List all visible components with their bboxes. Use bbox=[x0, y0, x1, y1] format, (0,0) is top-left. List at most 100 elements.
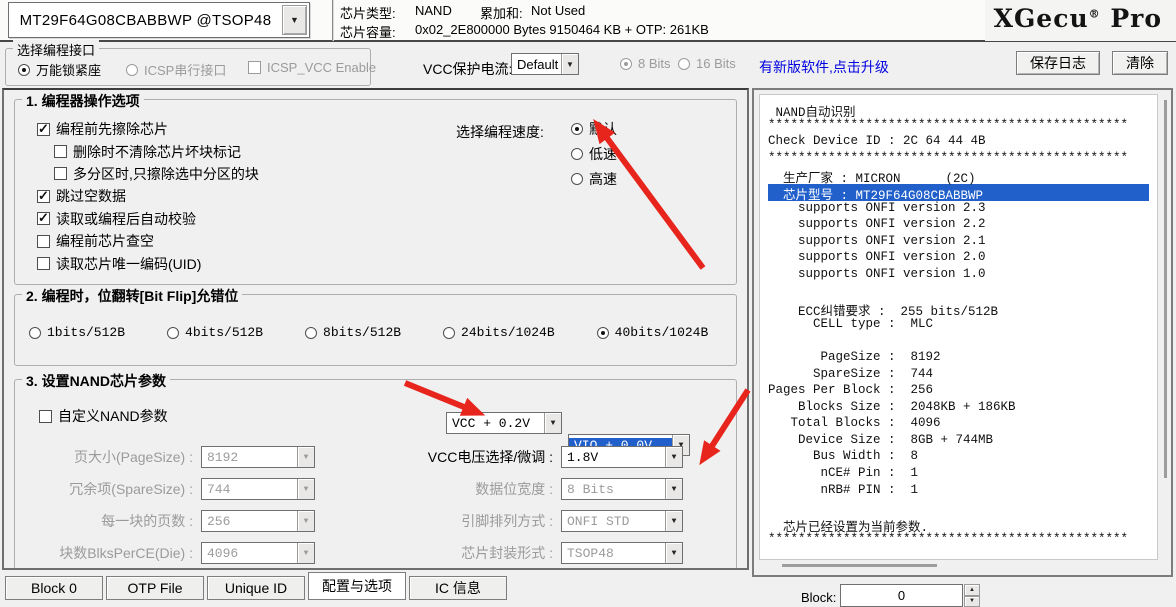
checkbox-icon[interactable] bbox=[37, 257, 50, 270]
bitflip-radio[interactable]: 4bits/512B bbox=[167, 325, 263, 340]
log-line bbox=[768, 333, 1149, 350]
param-field: VCC电压选择/微调 : 1.8V ▼ bbox=[379, 441, 683, 473]
operation-checkbox[interactable]: 编程前芯片查空 bbox=[37, 230, 259, 252]
checkbox-icon[interactable] bbox=[37, 235, 50, 248]
chip-capacity-label: 芯片容量: bbox=[340, 22, 396, 41]
speed-radio[interactable]: 低速 bbox=[571, 141, 617, 166]
radio-icon[interactable] bbox=[305, 327, 317, 339]
radio-icon[interactable] bbox=[571, 148, 583, 160]
operation-checkbox[interactable]: 删除时不清除芯片坏块标记 bbox=[54, 140, 259, 162]
section-bitflip: 2. 编程时，位翻转[Bit Flip]允错位 1bits/512B 4bits… bbox=[14, 294, 737, 366]
tab[interactable]: OTP File bbox=[106, 576, 204, 600]
checkbox-icon[interactable] bbox=[37, 190, 50, 203]
operation-checkbox[interactable]: 多分区时,只擦除选中分区的块 bbox=[54, 163, 259, 185]
chevron-down-icon[interactable]: ▼ bbox=[964, 596, 980, 607]
custom-nand-checkbox[interactable]: 自定义NAND参数 bbox=[39, 406, 168, 426]
section-operation-options: 1. 编程器操作选项 编程前先擦除芯片 删除时不清除芯片坏块标记 多分区时,只擦… bbox=[14, 99, 737, 285]
speed-radio[interactable]: 高速 bbox=[571, 166, 617, 191]
save-log-button[interactable]: 保存日志 bbox=[1016, 51, 1100, 75]
block-number-input[interactable]: 0 bbox=[840, 584, 963, 607]
log-line: Check Device ID : 2C 64 44 4B bbox=[768, 134, 1149, 151]
checkbox-label: 自定义NAND参数 bbox=[58, 406, 168, 426]
param-field: 冗余项(SpareSize) : 744 ▼ bbox=[29, 473, 315, 505]
chevron-down-icon[interactable]: ▼ bbox=[665, 543, 682, 563]
radio-icsp-serial: ICSP串行接口 bbox=[126, 60, 226, 79]
nand-param-fields-right: VCC电压选择/微调 : 1.8V ▼ 数据位宽度 : 8 Bits ▼ 引脚排… bbox=[379, 441, 683, 569]
block-label: Block: bbox=[801, 590, 836, 605]
param-combo[interactable]: ONFI STD ▼ bbox=[561, 510, 683, 532]
radio-icon[interactable] bbox=[571, 123, 583, 135]
radio-icon[interactable] bbox=[597, 327, 609, 339]
operation-checkbox[interactable]: 跳过空数据 bbox=[37, 185, 259, 207]
radio-label: 16 Bits bbox=[696, 56, 736, 71]
radio-icon bbox=[678, 58, 690, 70]
radio-icon[interactable] bbox=[167, 327, 179, 339]
operation-checkbox[interactable]: 读取或编程后自动校验 bbox=[37, 208, 259, 230]
checkbox-icon[interactable] bbox=[39, 410, 52, 423]
config-tab-page: 1. 编程器操作选项 编程前先擦除芯片 删除时不清除芯片坏块标记 多分区时,只擦… bbox=[2, 88, 749, 570]
tab[interactable]: 配置与选项 bbox=[308, 572, 406, 600]
radio-universal-socket[interactable]: 万能锁紧座 bbox=[18, 60, 101, 79]
checkbox-icon[interactable] bbox=[54, 145, 67, 158]
log-line: supports ONFI version 2.0 bbox=[768, 250, 1149, 267]
checkbox-icon[interactable] bbox=[37, 212, 50, 225]
chevron-down-icon[interactable]: ▼ bbox=[665, 511, 682, 531]
chip-info-panel: 芯片类型: NAND 累加和: Not Used 芯片容量: 0x02_2E80… bbox=[332, 0, 746, 41]
chevron-down-icon[interactable]: ▼ bbox=[665, 447, 682, 467]
log-line bbox=[768, 499, 1149, 516]
chip-select-value: MT29F64G08CBABBWP @TSOP48 bbox=[9, 12, 282, 29]
checkbox-label: 编程前先擦除芯片 bbox=[56, 119, 168, 139]
chevron-down-icon[interactable]: ▼ bbox=[665, 479, 682, 499]
clear-button[interactable]: 清除 bbox=[1112, 51, 1168, 75]
radio-label: 万能锁紧座 bbox=[36, 60, 101, 79]
tab[interactable]: Block 0 bbox=[5, 576, 103, 600]
param-combo: 256 ▼ bbox=[201, 510, 315, 532]
chevron-down-icon[interactable]: ▼ bbox=[544, 413, 561, 433]
bitflip-radio[interactable]: 40bits/1024B bbox=[597, 325, 709, 340]
field-label: 块数BlksPerCE(Die) : bbox=[29, 543, 201, 563]
vcc-protect-label: VCC保护电流: bbox=[423, 59, 512, 79]
chip-type-label: 芯片类型: bbox=[340, 3, 396, 22]
horizontal-scrollbar-thumb[interactable] bbox=[782, 564, 937, 567]
vcc-trim-combo[interactable]: VCC + 0.2V ▼ bbox=[446, 412, 562, 434]
radio-icon[interactable] bbox=[571, 173, 583, 185]
bitflip-radio[interactable]: 24bits/1024B bbox=[443, 325, 555, 340]
chevron-down-icon[interactable]: ▼ bbox=[561, 54, 578, 74]
update-link[interactable]: 有新版软件,点击升级 bbox=[759, 57, 889, 77]
checkbox-icon[interactable] bbox=[54, 167, 67, 180]
radio-icon[interactable] bbox=[443, 327, 455, 339]
operation-checkbox-list: 编程前先擦除芯片 删除时不清除芯片坏块标记 多分区时,只擦除选中分区的块 跳过空… bbox=[37, 118, 259, 275]
chevron-up-icon[interactable]: ▲ bbox=[964, 584, 980, 596]
chip-capacity-value: 0x02_2E800000 Bytes 9150464 KB + OTP: 26… bbox=[415, 22, 709, 37]
tab[interactable]: IC 信息 bbox=[409, 576, 507, 600]
param-combo[interactable]: 8 Bits ▼ bbox=[561, 478, 683, 500]
radio-label: 40bits/1024B bbox=[615, 325, 709, 340]
speed-radio[interactable]: 默认 bbox=[571, 116, 617, 141]
checkbox-icon[interactable] bbox=[37, 123, 50, 136]
bitflip-radio[interactable]: 1bits/512B bbox=[29, 325, 125, 340]
log-line: 芯片已经设置为当前参数. bbox=[768, 516, 1149, 533]
vcc-protect-combo[interactable]: Default ▼ bbox=[511, 53, 579, 75]
param-combo[interactable]: TSOP48 ▼ bbox=[561, 542, 683, 564]
tab[interactable]: Unique ID bbox=[207, 576, 305, 600]
block-spinner: ▲ ▼ bbox=[964, 584, 980, 607]
field-label: 数据位宽度 : bbox=[379, 479, 561, 499]
checkbox-label: 编程前芯片查空 bbox=[56, 231, 154, 251]
operation-checkbox[interactable]: 读取芯片唯一编码(UID) bbox=[37, 252, 259, 274]
param-combo[interactable]: 1.8V ▼ bbox=[561, 446, 683, 468]
chevron-down-icon: ▼ bbox=[297, 447, 314, 467]
field-label: 每一块的页数 : bbox=[29, 511, 201, 531]
chevron-down-icon[interactable]: ▼ bbox=[282, 5, 307, 35]
radio-icon[interactable] bbox=[29, 327, 41, 339]
bitflip-radio[interactable]: 8bits/512B bbox=[305, 325, 401, 340]
chip-select-combo[interactable]: MT29F64G08CBABBWP @TSOP48 ▼ bbox=[8, 2, 310, 38]
vertical-scrollbar-thumb[interactable] bbox=[1164, 100, 1167, 478]
section2-title: 2. 编程时，位翻转[Bit Flip]允错位 bbox=[22, 286, 242, 306]
param-field: 页大小(PageSize) : 8192 ▼ bbox=[29, 441, 315, 473]
combo-value: 8192 bbox=[202, 450, 297, 465]
param-field: 引脚排列方式 : ONFI STD ▼ bbox=[379, 505, 683, 537]
section-nand-params: 3. 设置NAND芯片参数 自定义NAND参数 VCC + 0.2V ▼ VIO… bbox=[14, 379, 737, 570]
combo-value: 744 bbox=[202, 482, 297, 497]
operation-checkbox[interactable]: 编程前先擦除芯片 bbox=[37, 118, 259, 140]
checkbox-label: 读取芯片唯一编码(UID) bbox=[56, 254, 201, 274]
